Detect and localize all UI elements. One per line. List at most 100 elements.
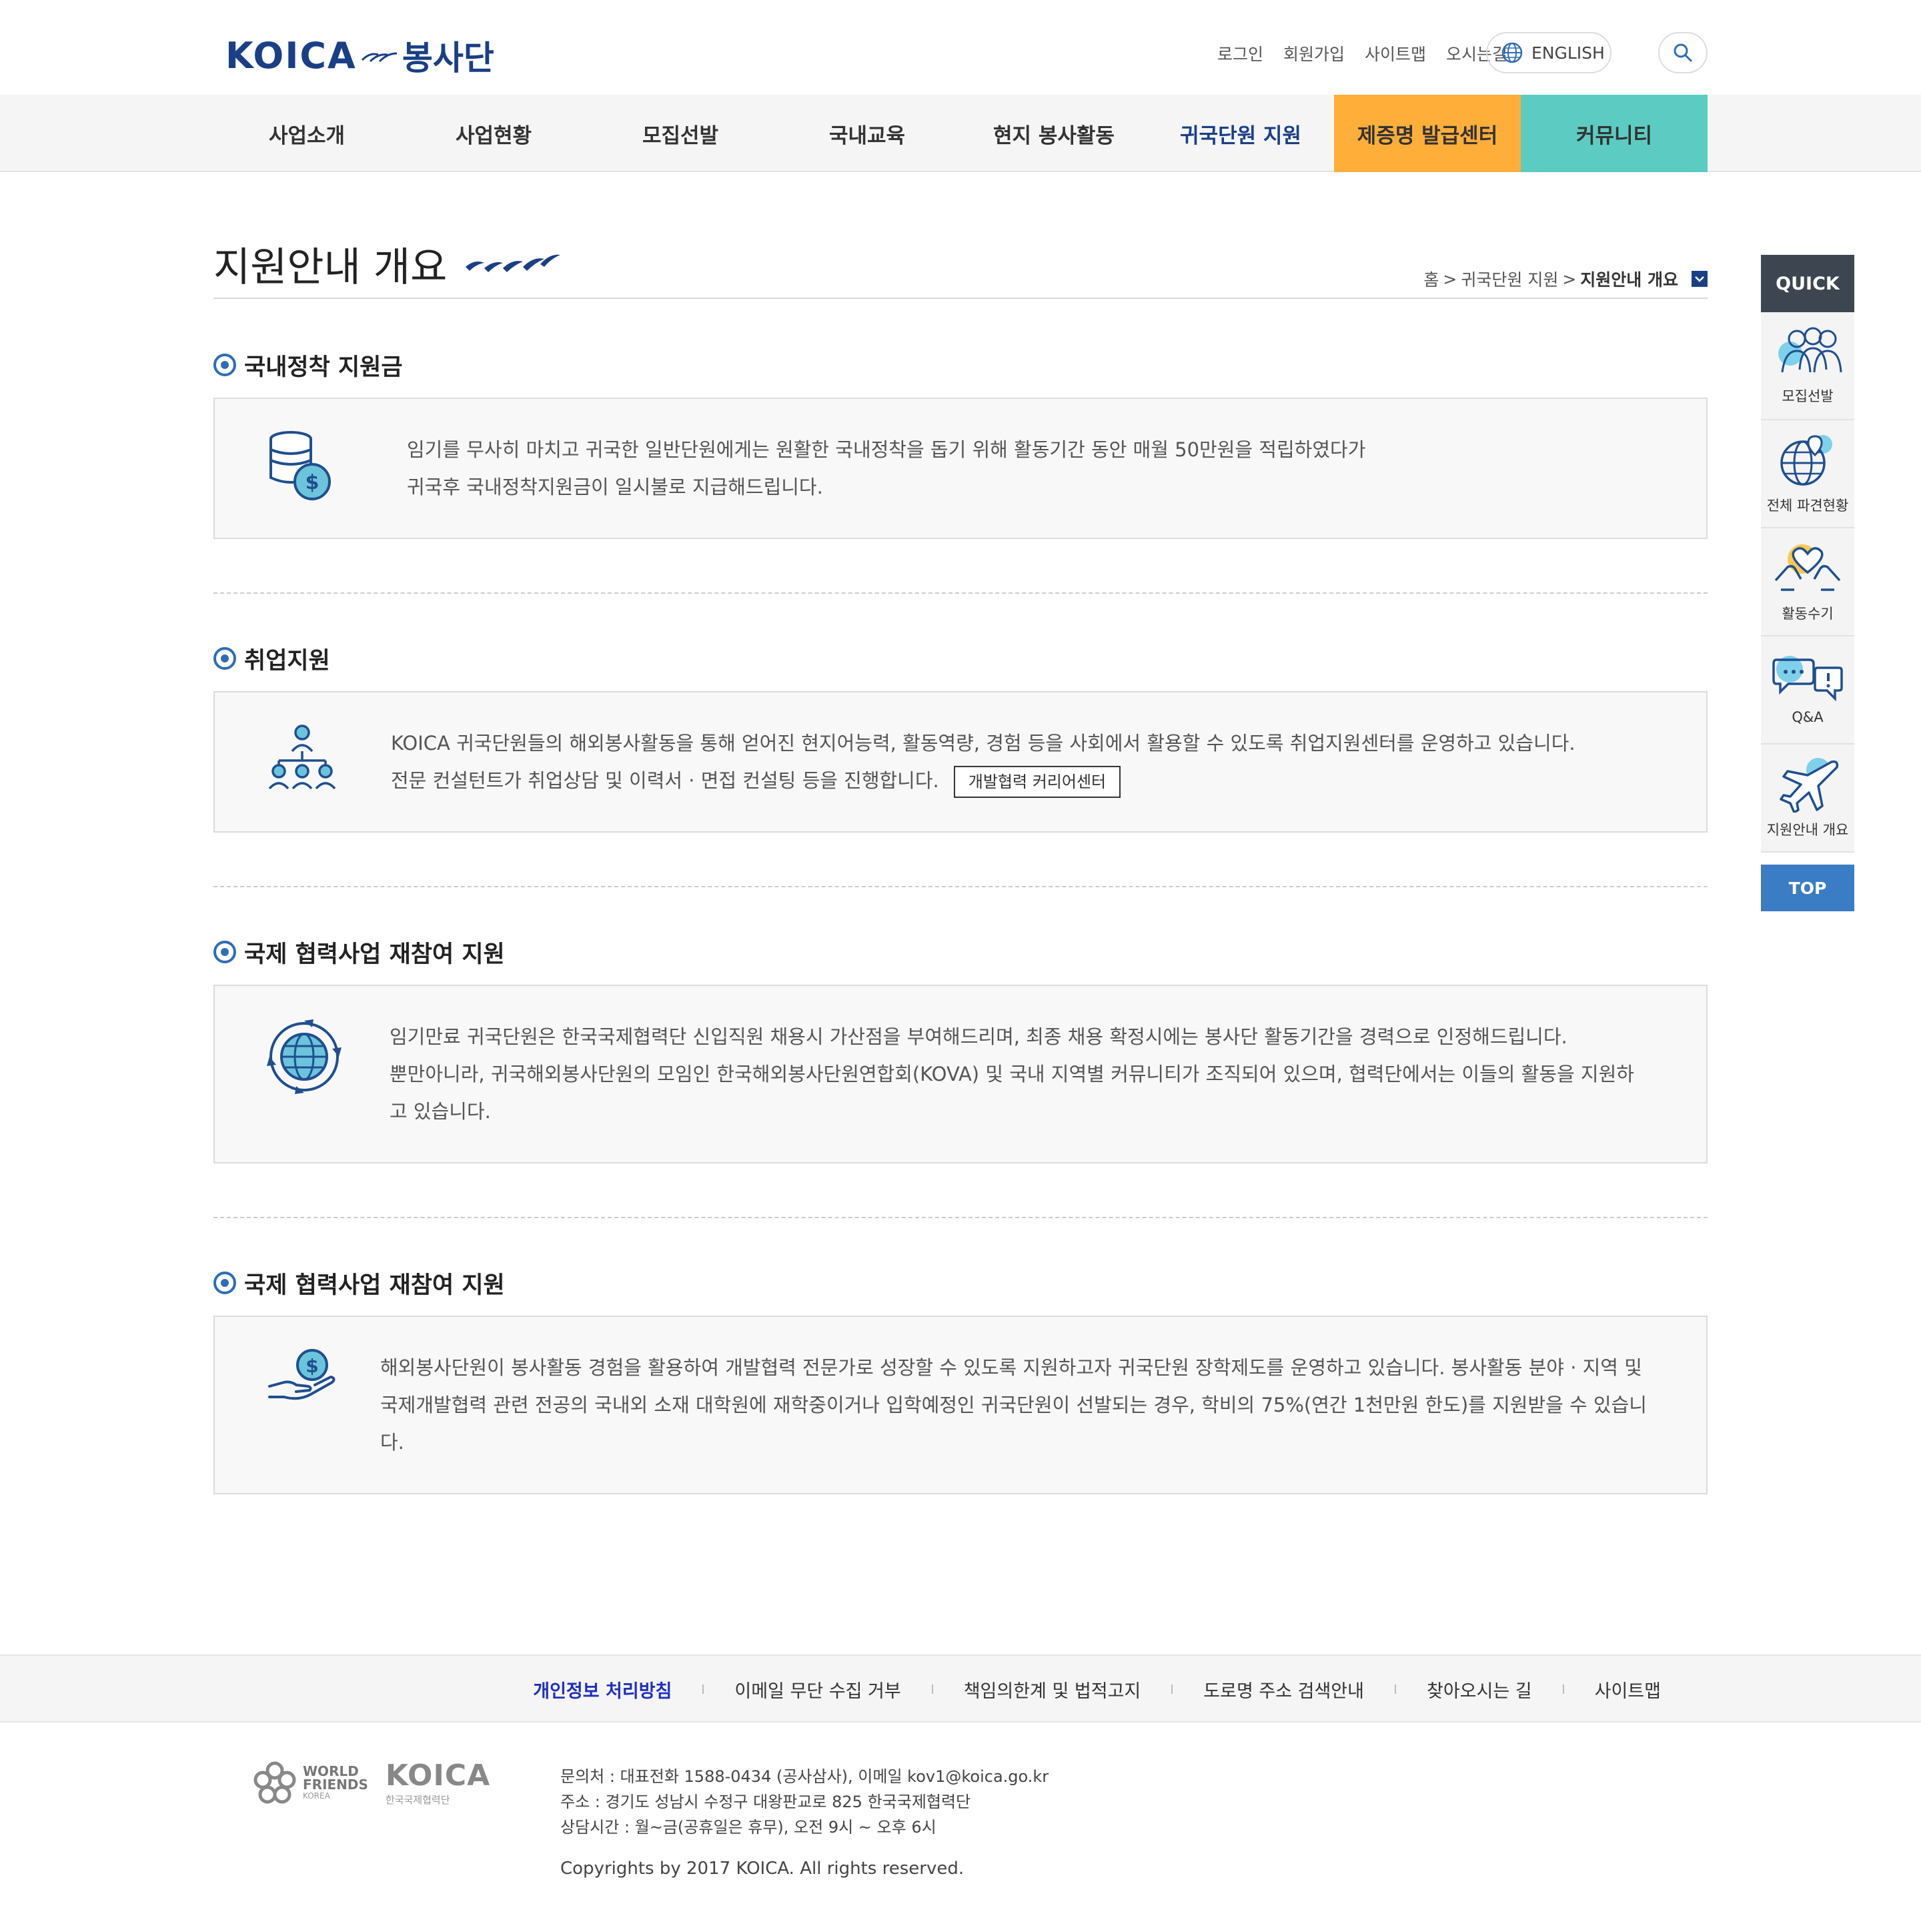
breadcrumb-dropdown-button[interactable] <box>1692 271 1708 287</box>
info-line: 해외봉사단원이 봉사활동 경험을 활용하여 개발협력 전문가로 성장할 수 있도… <box>380 1356 1642 1379</box>
koica-footer-text: KOICA <box>385 1759 491 1793</box>
quick-item-support-overview[interactable]: 지원안내 개요 <box>1761 745 1854 853</box>
breadcrumb-separator: > <box>1443 269 1457 289</box>
nav-community[interactable]: 커뮤니티 <box>1521 95 1708 172</box>
scroll-top-button[interactable]: TOP <box>1761 865 1854 911</box>
footer-contact-info: 문의처 : 대표전화 1588-0434 (공사삼사), 이메일 kov1@ko… <box>560 1764 1049 1840</box>
footer-link-separator <box>1562 1684 1564 1694</box>
english-label: ENGLISH <box>1531 43 1605 63</box>
info-text: KOICA 귀국단원들의 해외봉사활동을 통해 얻어진 현지어능력, 활동역량,… <box>391 724 1575 799</box>
section-divider <box>213 886 1708 887</box>
svg-text:$: $ <box>305 471 319 494</box>
footer-logos: WORLD FRIENDS KOREA KOICA 한국국제협력단 <box>252 1759 490 1807</box>
quick-item-qna[interactable]: Q&A <box>1761 636 1854 745</box>
quick-item-label: Q&A <box>1792 709 1824 725</box>
section-title: 취업지원 <box>213 642 1708 675</box>
legal-notice-link[interactable]: 책임의한계 및 법적고지 <box>964 1676 1141 1703</box>
info-text: 임기를 무사히 마치고 귀국한 일반단원에게는 원활한 국내정착을 돕기 위해 … <box>407 431 1365 506</box>
nav-business-status[interactable]: 사업현황 <box>400 95 587 172</box>
signup-link[interactable]: 회원가입 <box>1283 41 1345 65</box>
login-link[interactable]: 로그인 <box>1217 41 1263 65</box>
wf-line: FRIENDS <box>303 1777 368 1793</box>
info-box: $ 임기를 무사히 마치고 귀국한 일반단원에게는 원활한 국내정착을 돕기 위… <box>213 398 1708 539</box>
network-people-icon <box>268 724 336 790</box>
address-line: 주소 : 경기도 성남시 수정구 대왕판교로 825 한국국제협력단 <box>560 1793 971 1811</box>
info-line: KOICA 귀국단원들의 해외봉사활동을 통해 얻어진 현지어능력, 활동역량,… <box>391 732 1575 755</box>
svg-text:$: $ <box>305 1355 318 1377</box>
info-line: 임기를 무사히 마치고 귀국한 일반단원에게는 원활한 국내정착을 돕기 위해 … <box>407 438 1366 461</box>
breadcrumb-parent[interactable]: 귀국단원 지원 <box>1461 267 1558 291</box>
section-title-text: 국제 협력사업 재참여 지원 <box>244 1272 505 1299</box>
section-title-text: 국내정착 지원금 <box>244 354 403 381</box>
section-title: 국내정착 지원금 <box>213 348 1708 382</box>
sitemap-link[interactable]: 사이트맵 <box>1365 41 1426 65</box>
sitemap-footer-link[interactable]: 사이트맵 <box>1595 1676 1661 1703</box>
road-address-link[interactable]: 도로명 주소 검색안내 <box>1203 1676 1364 1703</box>
footer-link-separator <box>931 1684 933 1694</box>
info-box: KOICA 귀국단원들의 해외봉사활동을 통해 얻어진 현지어능력, 활동역량,… <box>213 691 1708 833</box>
logo-corps-text: 봉사단 <box>402 39 494 77</box>
page-title-text: 지원안내 개요 <box>213 244 448 291</box>
quick-item-dispatch-status[interactable]: 전체 파견현황 <box>1761 420 1854 528</box>
breadcrumb: 홈 > 귀국단원 지원 > 지원안내 개요 <box>1423 267 1708 291</box>
directions-footer-link[interactable]: 찾아오시는 길 <box>1427 1676 1532 1703</box>
site-logo[interactable]: KOICA 봉사단 <box>225 32 494 79</box>
quick-item-activity-stories[interactable]: 활동수기 <box>1761 528 1854 636</box>
heart-hands-icon <box>1774 544 1841 591</box>
koica-footer-subtext: 한국국제협력단 <box>385 1794 450 1806</box>
copyright: Copyrights by 2017 KOICA. All rights res… <box>560 1859 965 1879</box>
title-divider <box>213 298 1708 299</box>
bullet-icon <box>213 647 236 670</box>
bullet-icon <box>213 1272 236 1294</box>
contact-line: 문의처 : 대표전화 1588-0434 (공사삼사), 이메일 kov1@ko… <box>560 1767 1049 1786</box>
nav-returnee-support[interactable]: 귀국단원 지원 <box>1147 95 1334 172</box>
footer-links-bar: 개인정보 처리방침 이메일 무단 수집 거부 책임의한계 및 법적고지 도로명 … <box>0 1654 1921 1723</box>
chevron-down-icon <box>1695 276 1704 282</box>
quick-menu-title: QUICK <box>1761 255 1854 312</box>
quick-menu: QUICK 모집선발 전체 파견현황 활동수기 Q&A 지원안내 개요 TOP <box>1761 255 1854 911</box>
section-employment: 취업지원 KOICA 귀국단원들의 해외봉사활동을 통해 얻어진 현지어능력, … <box>213 642 1708 833</box>
breadcrumb-separator: > <box>1562 269 1577 289</box>
nav-recruitment[interactable]: 모집선발 <box>587 95 774 172</box>
wf-line: WORLD <box>303 1763 359 1779</box>
nav-business-intro[interactable]: 사업소개 <box>213 95 400 172</box>
career-center-button[interactable]: 개발협력 커리어센터 <box>953 766 1121 798</box>
info-line: 다. <box>380 1431 404 1454</box>
section-divider <box>213 1217 1708 1218</box>
section-scholarship: 국제 협력사업 재참여 지원 $ 해외봉사단원이 봉사활동 경험을 활용하여 개… <box>213 1266 1708 1494</box>
bullet-icon <box>213 941 236 963</box>
quick-item-label: 지원안내 개요 <box>1766 822 1849 838</box>
search-button[interactable] <box>1658 32 1708 73</box>
quick-item-recruitment[interactable]: 모집선발 <box>1761 312 1854 420</box>
utility-nav: 로그인 회원가입 사이트맵 오시는길 <box>1217 39 1507 68</box>
info-text: 해외봉사단원이 봉사활동 경험을 활용하여 개발협력 전문가로 성장할 수 있도… <box>380 1349 1647 1461</box>
main-nav: 사업소개 사업현황 모집선발 국내교육 현지 봉사활동 귀국단원 지원 제증명 … <box>0 95 1921 172</box>
info-line: 고 있습니다. <box>390 1100 491 1123</box>
nav-certificate-center[interactable]: 제증명 발급센터 <box>1334 95 1521 172</box>
info-line: 뿐만아니라, 귀국해외봉사단원의 모임인 한국해외봉사단원연합회(KOVA) 및… <box>390 1063 1634 1085</box>
info-box: $ 해외봉사단원이 봉사활동 경험을 활용하여 개발협력 전문가로 성장할 수 … <box>213 1316 1708 1494</box>
section-title-text: 취업지원 <box>244 647 330 674</box>
wf-line: KOREA <box>303 1791 330 1801</box>
section-title: 국제 협력사업 재참여 지원 <box>213 935 1708 969</box>
world-friends-logo: WORLD FRIENDS KOREA <box>252 1760 368 1805</box>
info-line: 국제개발협력 관련 전공의 국내외 소재 대학원에 재학중이거나 입학예정인 귀… <box>380 1394 1647 1416</box>
email-refusal-link[interactable]: 이메일 무단 수집 거부 <box>734 1676 900 1703</box>
privacy-policy-link[interactable]: 개인정보 처리방침 <box>533 1676 672 1703</box>
world-friends-emblem-icon <box>253 1761 296 1804</box>
globe-cycle-icon <box>267 1019 342 1094</box>
footer-links: 개인정보 처리방침 이메일 무단 수집 거부 책임의한계 및 법적고지 도로명 … <box>533 1656 1661 1723</box>
breadcrumb-home[interactable]: 홈 <box>1423 267 1439 291</box>
footer-link-separator <box>1171 1684 1173 1694</box>
info-line: 전문 컨설턴트가 취업상담 및 이력서 · 면접 컨설팅 등을 진행합니다. <box>391 769 939 792</box>
nav-domestic-training[interactable]: 국내교육 <box>774 95 960 172</box>
quick-item-label: 활동수기 <box>1782 606 1834 622</box>
title-wings-icon <box>466 254 561 272</box>
search-icon <box>1674 43 1692 62</box>
nav-field-activity[interactable]: 현지 봉사활동 <box>960 95 1147 172</box>
english-button[interactable]: ENGLISH <box>1486 32 1612 73</box>
page-title: 지원안내 개요 <box>213 235 562 293</box>
quick-item-label: 모집선발 <box>1782 388 1834 404</box>
globe-pin-icon <box>1780 435 1832 486</box>
koica-footer-logo: KOICA 한국국제협력단 <box>386 1759 490 1807</box>
